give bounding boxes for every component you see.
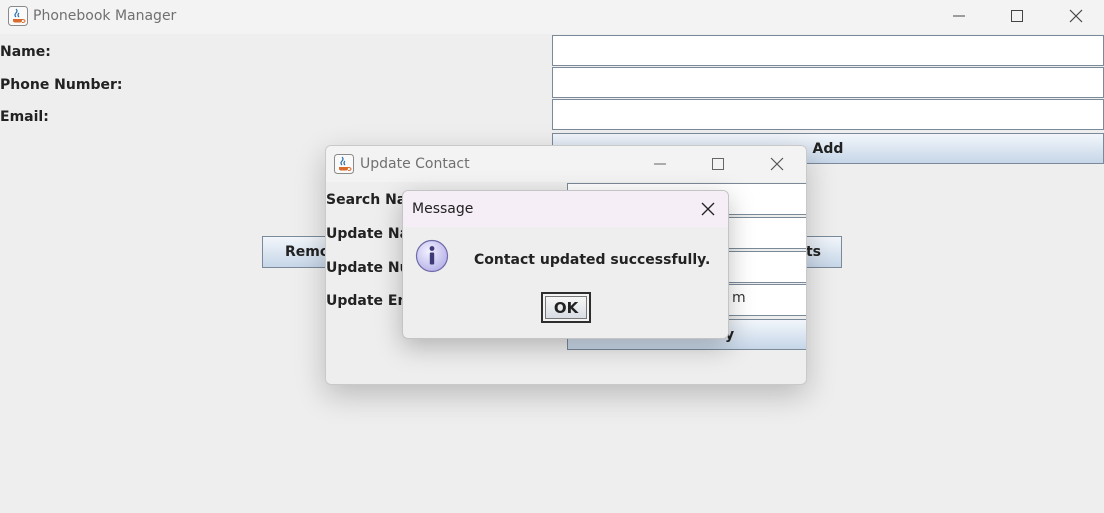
message-dialog-close-button[interactable]: [685, 194, 728, 224]
main-titlebar: Phonebook Manager: [0, 0, 1104, 34]
update-dialog-maximize-button[interactable]: [695, 149, 741, 179]
maximize-icon: [712, 158, 724, 170]
close-icon: [701, 202, 715, 216]
phone-number-label: Phone Number:: [0, 77, 123, 93]
email-input[interactable]: [552, 99, 1104, 130]
update-email-label: Update Em: [326, 293, 413, 309]
update-dialog-title: Update Contact: [360, 156, 470, 172]
info-icon: [415, 239, 449, 273]
message-dialog-title: Message: [412, 201, 474, 217]
email-label: Email:: [0, 109, 49, 125]
java-app-icon: [8, 6, 28, 26]
search-name-label: Search Nar: [326, 192, 414, 208]
add-button-label: Add: [812, 140, 844, 157]
ok-button[interactable]: OK: [541, 292, 591, 323]
minimize-icon: [953, 15, 965, 17]
update-dialog-minimize-button[interactable]: [637, 149, 683, 179]
close-icon: [770, 157, 784, 171]
message-dialog-titlebar: Message: [403, 191, 728, 227]
ok-button-face: OK: [545, 296, 587, 319]
update-dialog-titlebar: Update Contact: [326, 146, 806, 182]
java-app-icon: [334, 154, 354, 174]
name-input[interactable]: [552, 35, 1104, 66]
update-dialog-close-button[interactable]: [754, 149, 800, 179]
view-contacts-button-label: ts: [805, 244, 821, 260]
maximize-icon: [1011, 10, 1023, 22]
remove-button-label: Remo: [285, 244, 330, 260]
main-close-button[interactable]: [1053, 1, 1099, 31]
phone-number-input[interactable]: [552, 67, 1104, 98]
message-dialog: Message Contact updated successfully. OK: [402, 190, 729, 339]
close-icon: [1069, 9, 1083, 23]
message-text: Contact updated successfully.: [474, 252, 711, 268]
minimize-icon: [654, 163, 666, 165]
name-label: Name:: [0, 44, 51, 60]
ok-button-label: OK: [553, 298, 579, 317]
main-maximize-button[interactable]: [994, 1, 1040, 31]
main-window-title: Phonebook Manager: [33, 8, 177, 24]
main-minimize-button[interactable]: [936, 1, 982, 31]
